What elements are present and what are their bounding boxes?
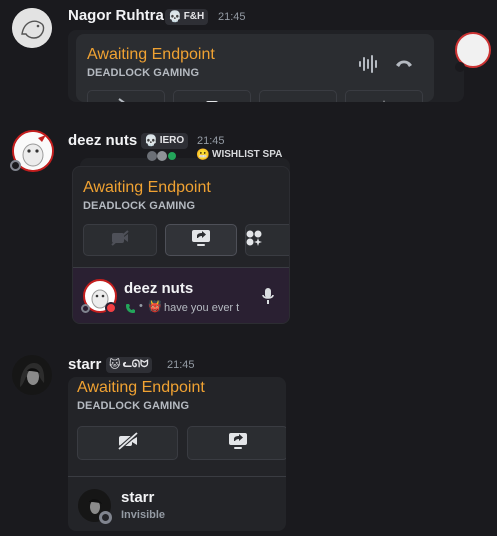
server-tag[interactable]: 💀 F&H (165, 9, 209, 25)
phone-icon (125, 301, 136, 319)
tag-text: IERO (159, 135, 185, 146)
server-tag[interactable]: 🐱 ᓚᘏᗢ (106, 357, 153, 373)
screen-share-icon (205, 97, 219, 102)
message-3: starr 🐱 ᓚᘏᗢ 21:45 Awaiting Endpoint DEAD… (0, 345, 497, 535)
screen-share-icon (228, 432, 248, 455)
screen-share-button[interactable] (173, 90, 251, 102)
avatar-image (12, 8, 52, 48)
card-subtitle: DEADLOCK GAMING (87, 67, 200, 79)
author-name[interactable]: starr (68, 356, 101, 373)
cat-icon: 🐱 (109, 359, 121, 371)
message-1: Nagor Ruhtra 💀 F&H 21:45 Awaiting Endpoi… (0, 0, 497, 110)
tag-text: ᓚᘏᗢ (122, 359, 149, 370)
separator-dot: • (139, 300, 143, 312)
peek-emoji: 😬 (196, 149, 210, 161)
status-dot (455, 62, 465, 72)
custom-status: have you ever t (164, 302, 240, 314)
activities-button[interactable] (259, 90, 337, 102)
screen-share-icon (191, 229, 211, 252)
timestamp: 21:45 (218, 11, 246, 23)
tag-text: F&H (183, 11, 205, 22)
user-name[interactable]: deez nuts (124, 280, 193, 297)
card-title: Awaiting Endpoint (87, 46, 215, 63)
author-name[interactable]: Nagor Ruhtra (68, 7, 164, 24)
activities-icon (245, 229, 263, 252)
screen-share-button[interactable] (165, 224, 237, 256)
skull-icon: 💀 (168, 11, 182, 23)
camera-button[interactable] (87, 90, 165, 102)
sparkle-icon (379, 97, 389, 102)
camera-off-icon (110, 229, 130, 251)
card-subtitle: DEADLOCK GAMING (77, 400, 190, 412)
camera-button[interactable] (77, 426, 178, 460)
peek-text: WISHLIST SPA (212, 149, 283, 160)
voice-user-row[interactable]: deez nuts • 👹 have you ever t (73, 268, 289, 323)
waveform-icon[interactable] (358, 54, 380, 79)
activities-icon (291, 97, 305, 102)
activity-card: Awaiting Endpoint DEADLOCK GAMING (68, 377, 286, 531)
timestamp: 21:45 (167, 359, 195, 371)
activities-button[interactable] (245, 224, 289, 256)
screen-share-button[interactable] (187, 426, 286, 460)
card-title: Awaiting Endpoint (83, 179, 211, 196)
voice-user-row[interactable]: starr Invisible (68, 477, 286, 531)
server-tag[interactable]: 💀 IERO (141, 133, 189, 149)
message-2: deez nuts 💀 IERO 21:45 😬 WISHLIST SPA Aw… (0, 120, 497, 330)
card-title: Awaiting Endpoint (77, 379, 205, 396)
activity-card: Awaiting Endpoint DEADLOCK GAMING (72, 166, 290, 324)
dnd-status-dot (105, 302, 117, 314)
skull-icon: 💀 (144, 135, 158, 147)
avatar[interactable] (12, 8, 52, 48)
avatar-image (12, 355, 52, 395)
status-emoji: 👹 (148, 301, 162, 313)
camera-off-icon (117, 97, 135, 102)
author-name[interactable]: deez nuts (68, 132, 137, 149)
camera-button[interactable] (83, 224, 157, 256)
invisible-status-dot (99, 511, 112, 524)
offline-dot (81, 304, 90, 313)
peek-avatars (146, 149, 182, 162)
user-status: Invisible (121, 509, 166, 521)
card-subtitle: DEADLOCK GAMING (83, 200, 196, 212)
user-name[interactable]: starr (121, 489, 154, 506)
camera-off-icon (117, 431, 139, 455)
more-button[interactable] (345, 90, 423, 102)
microphone-icon[interactable] (262, 287, 274, 310)
phone-hangup-icon[interactable] (394, 56, 414, 75)
avatar[interactable] (12, 355, 52, 395)
activity-card: Awaiting Endpoint DEADLOCK GAMING (76, 34, 434, 102)
timestamp: 21:45 (197, 135, 225, 147)
peek-strip: 😬 WISHLIST SPA (136, 148, 292, 162)
status-dot (10, 160, 21, 171)
